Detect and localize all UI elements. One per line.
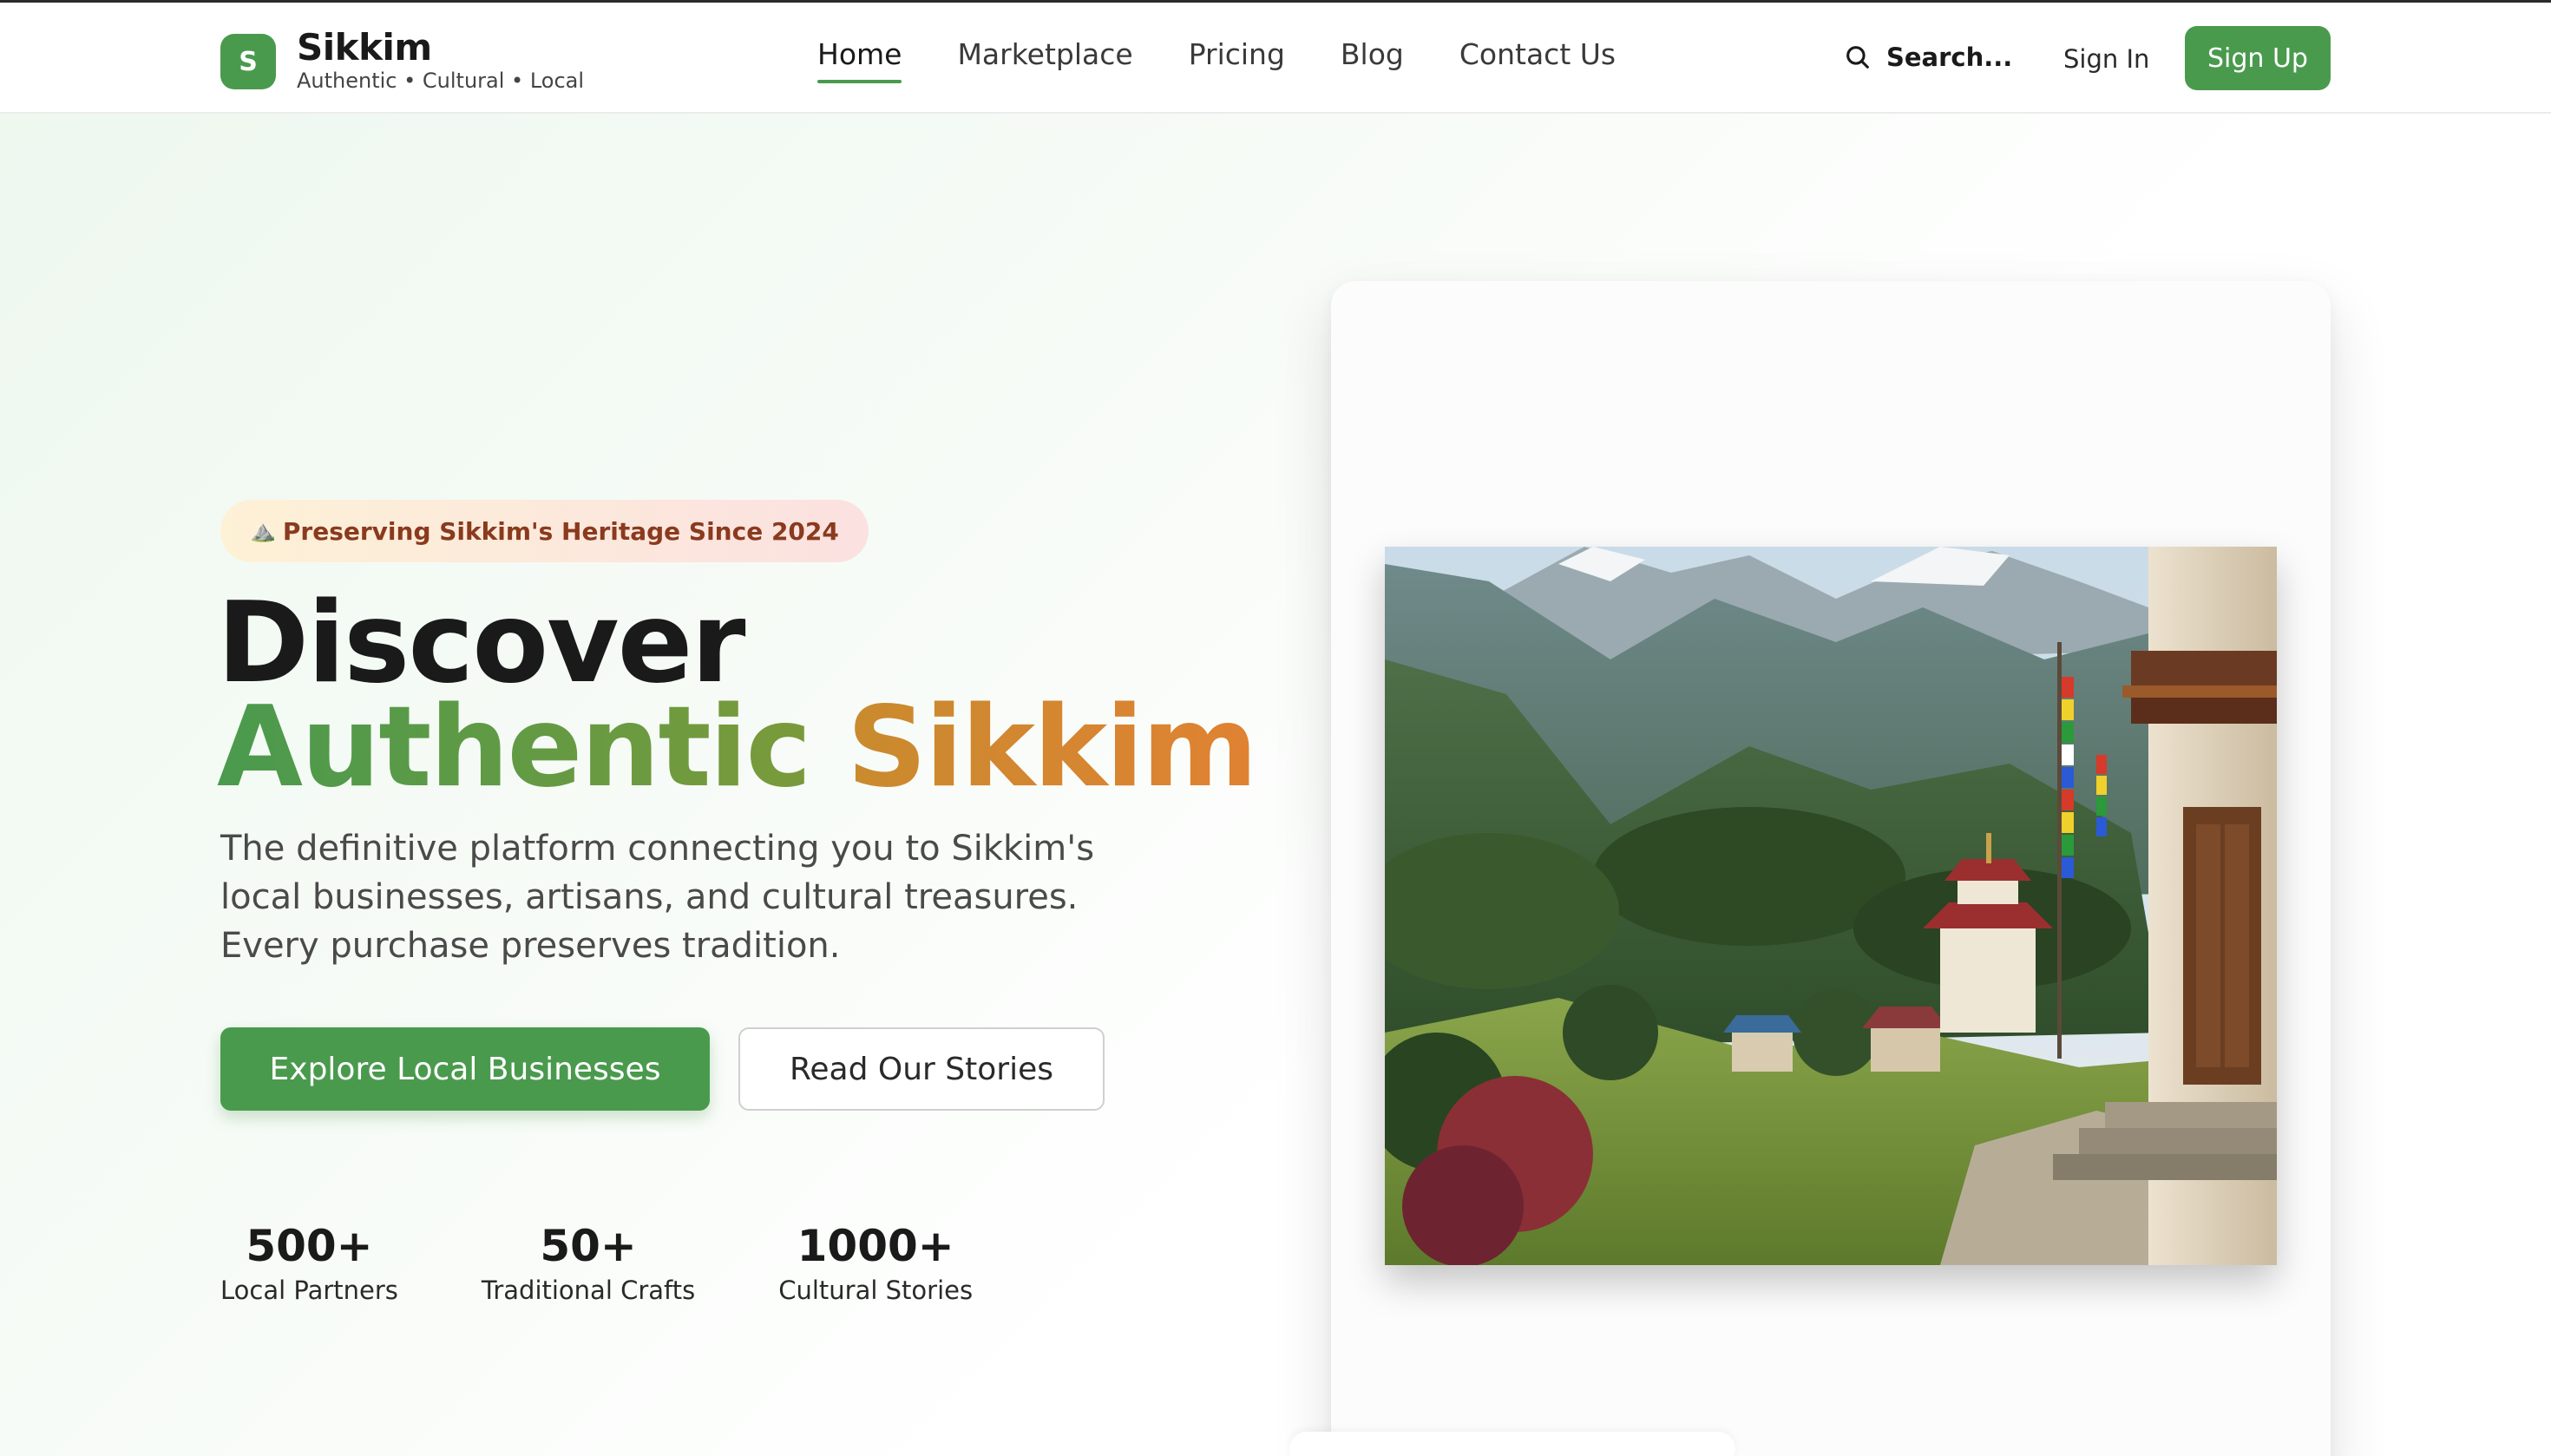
nav-marketplace[interactable]: Marketplace: [957, 37, 1132, 83]
brand-logo[interactable]: S: [220, 34, 276, 89]
search-label: Search...: [1886, 43, 2013, 72]
search-icon: [1846, 46, 1869, 69]
sign-in-link[interactable]: Sign In: [2063, 44, 2149, 74]
heritage-badge-text: Preserving Sikkim's Heritage Since 2024: [282, 516, 839, 546]
stat-value: 1000+: [797, 1221, 954, 1271]
hero-stats: 500+ Local Partners 50+ Traditional Craf…: [220, 1218, 1056, 1305]
stat-value: 500+: [246, 1221, 373, 1271]
brand[interactable]: S Sikkim Authentic • Cultural • Local: [220, 29, 584, 95]
heritage-badge: ⛰️ Preserving Sikkim's Heritage Since 20…: [220, 500, 869, 562]
headline-authentic: Authentic: [217, 683, 811, 812]
nav-blog[interactable]: Blog: [1341, 37, 1404, 83]
site-header: S Sikkim Authentic • Cultural • Local Ho…: [0, 3, 2551, 114]
stat-label: Local Partners: [220, 1276, 398, 1305]
stat-label: Traditional Crafts: [481, 1276, 696, 1305]
stat-label: Cultural Stories: [778, 1276, 974, 1305]
sikkim-monastery-photo: [1385, 547, 2277, 1265]
floating-card-edge: [1289, 1432, 1735, 1456]
stat-traditional-crafts: 50+ Traditional Crafts: [482, 1218, 695, 1305]
nav-contact-us[interactable]: Contact Us: [1459, 37, 1616, 83]
brand-text: Sikkim Authentic • Cultural • Local: [297, 29, 584, 95]
stat-value: 50+: [540, 1221, 637, 1271]
explore-local-businesses-button[interactable]: Explore Local Businesses: [220, 1027, 710, 1111]
hero-description: The definitive platform connecting you t…: [220, 829, 1095, 966]
read-our-stories-button[interactable]: Read Our Stories: [738, 1027, 1105, 1111]
nav-home[interactable]: Home: [817, 37, 902, 83]
brand-name[interactable]: Sikkim: [297, 29, 584, 67]
stat-local-partners: 500+ Local Partners: [220, 1218, 398, 1305]
brand-tagline: Authentic • Cultural • Local: [297, 69, 585, 93]
mountain-icon: ⛰️: [250, 519, 276, 543]
hero-headline-line2: Authentic Sikkim: [217, 687, 1257, 809]
headline-sikkim: Sikkim: [846, 683, 1258, 812]
search-button[interactable]: Search...: [1843, 43, 2012, 72]
main-nav: Home Marketplace Pricing Blog Contact Us: [817, 37, 1671, 83]
stat-cultural-stories: 1000+ Cultural Stories: [778, 1218, 973, 1305]
sign-up-button[interactable]: Sign Up: [2185, 26, 2331, 90]
nav-pricing[interactable]: Pricing: [1189, 37, 1285, 83]
